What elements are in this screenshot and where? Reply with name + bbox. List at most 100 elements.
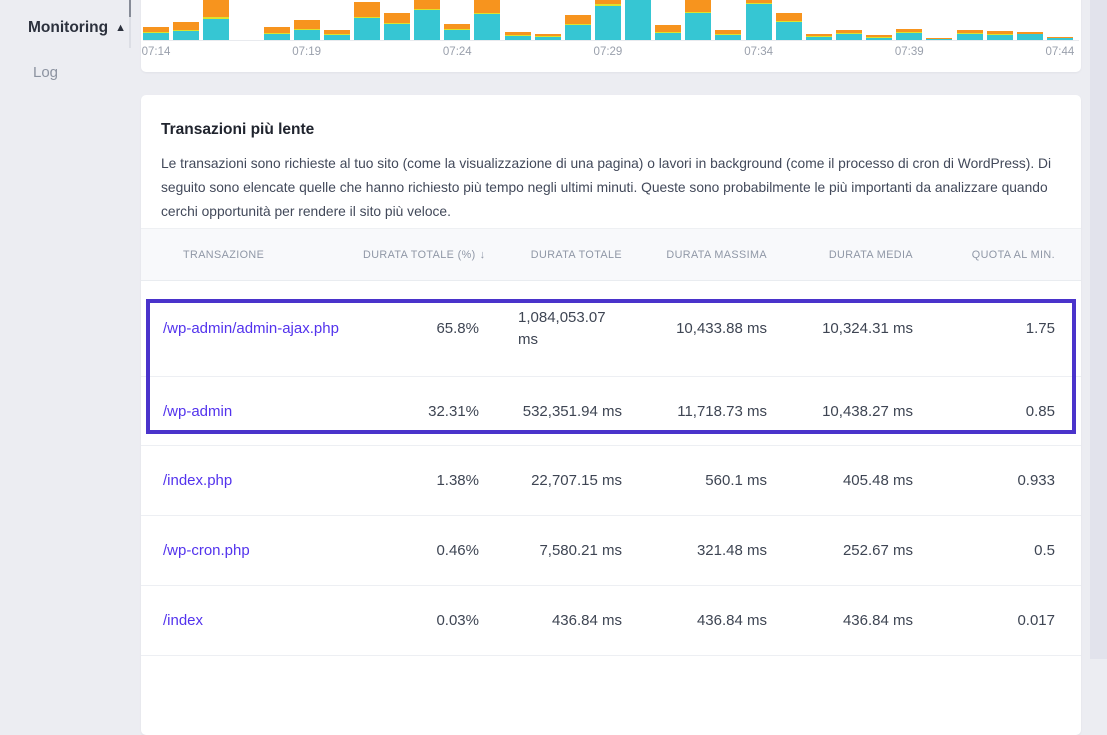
transaction-link[interactable]: /wp-admin/admin-ajax.php (163, 320, 339, 337)
chart-bar (384, 13, 410, 41)
column-label: QUOTA AL MIN. (972, 249, 1055, 261)
chart-bar (444, 24, 470, 41)
table-cell: 436.84 ms (479, 612, 622, 629)
chart-bar (715, 30, 741, 40)
sidebar-item-log-label: Log (33, 64, 58, 81)
table-cell: 10,438.27 ms (767, 403, 913, 420)
column-label: DURATA MASSIMA (666, 249, 767, 261)
chart-bar (414, 0, 440, 40)
table-body: /wp-admin/admin-ajax.php65.8%1,084,053.0… (141, 281, 1081, 656)
table-cell: 436.84 ms (767, 612, 913, 629)
x-axis-tick-label: 07:24 (443, 46, 472, 58)
bar-segment-teal (173, 31, 199, 40)
bar-segment-teal (294, 30, 320, 40)
bar-segment-orange (354, 2, 380, 17)
table-cell: 436.84 ms (622, 612, 767, 629)
chart-bar (776, 13, 802, 41)
scrollbar-thumb[interactable] (129, 0, 131, 17)
table-header-cell[interactable]: DURATA MASSIMA (622, 249, 767, 261)
table-cell: 11,718.73 ms (622, 403, 767, 420)
transaction-link[interactable]: /index (163, 612, 203, 629)
sidebar-item-monitoring-label: Monitoring (28, 19, 108, 36)
x-axis-tick-label: 07:29 (594, 46, 623, 58)
table-cell: 32.31% (363, 403, 479, 420)
chart-bar (143, 27, 169, 41)
chart-bar (746, 0, 772, 40)
table-cell: 1.38% (363, 472, 479, 489)
chart-bar (1017, 32, 1043, 41)
transaction-cell: /index (163, 612, 363, 629)
table-cell: 0.85 (913, 403, 1055, 420)
x-axis-tick-label: 07:39 (895, 46, 924, 58)
bar-segment-orange (414, 0, 440, 9)
bar-segment-teal (414, 10, 440, 40)
table-row: /wp-admin 32.31%532,351.94 ms11,718.73 ms… (141, 377, 1081, 446)
table-cell: 560.1 ms (622, 472, 767, 489)
table-header-cell[interactable]: DURATA MEDIA (767, 249, 913, 261)
response-time-chart-card: 07:1407:1907:2407:2907:3407:3907:44 (141, 0, 1081, 72)
sidebar-item-monitoring[interactable]: Monitoring ▲ (28, 19, 126, 37)
bar-segment-orange (173, 22, 199, 30)
chart-bar (625, 0, 651, 40)
chart-bar (565, 15, 591, 41)
slowest-transactions-card: Transazioni più lente Le transazioni son… (141, 95, 1081, 735)
bar-segment-teal (143, 33, 169, 40)
table-cell: 321.48 ms (622, 542, 767, 559)
column-label: DURATA TOTALE (531, 249, 622, 261)
bar-segment-teal (685, 13, 711, 40)
transaction-link[interactable]: /wp-cron.php (163, 542, 250, 559)
table-row: /index.php1.38%22,707.15 ms560.1 ms405.4… (141, 446, 1081, 516)
table-cell: 7,580.21 ms (479, 542, 622, 559)
bar-segment-teal (354, 18, 380, 40)
table-header-row: TRANSAZIONEDURATA TOTALE (%)↓DURATA TOTA… (141, 228, 1081, 281)
chart-bar (987, 31, 1013, 40)
table-cell: 252.67 ms (767, 542, 913, 559)
table-cell: 10,433.88 ms (622, 320, 767, 337)
bar-segment-teal (746, 4, 772, 40)
chart-bar (203, 0, 229, 40)
transaction-cell: /wp-admin (163, 403, 363, 420)
table-cell: 1.75 (913, 320, 1055, 337)
x-axis-tick-label: 07:44 (1046, 46, 1075, 58)
table-cell: 532,351.94 ms (479, 403, 622, 420)
table-header-cell[interactable]: QUOTA AL MIN. (913, 249, 1055, 261)
table-cell: 405.48 ms (767, 472, 913, 489)
table-cell: 0.933 (913, 472, 1055, 489)
bar-segment-orange (655, 25, 681, 32)
table-row: /index0.03%436.84 ms436.84 ms436.84 ms0.… (141, 586, 1081, 656)
table-cell: 0.46% (363, 542, 479, 559)
bar-segment-teal (625, 0, 651, 40)
bar-segment-teal (655, 33, 681, 40)
bar-segment-teal (203, 19, 229, 40)
bar-segment-teal (384, 24, 410, 40)
bar-segment-teal (896, 33, 922, 40)
chart-bar (173, 22, 199, 41)
card-title: Transazioni più lente (141, 95, 1081, 139)
table-cell: 0.03% (363, 612, 479, 629)
chart-bar (324, 30, 350, 41)
sidebar-item-log[interactable]: Log (33, 64, 58, 81)
bar-segment-orange (565, 15, 591, 24)
sidebar: Monitoring ▲ Log (0, 0, 130, 659)
bar-segment-teal (474, 14, 500, 40)
bar-segment-orange (685, 0, 711, 12)
column-label: DURATA MEDIA (829, 249, 913, 261)
transaction-cell: /wp-admin/admin-ajax.php (163, 320, 363, 337)
column-label: DURATA TOTALE (%) (363, 249, 476, 261)
chart-bar (505, 32, 531, 40)
alert-triangle-icon: ▲ (115, 22, 126, 34)
bar-segment-teal (444, 30, 470, 40)
chart-bar (685, 0, 711, 40)
chart-bar (896, 29, 922, 40)
table-row: /wp-admin/admin-ajax.php65.8%1,084,053.0… (141, 281, 1081, 377)
transaction-link[interactable]: /wp-admin (163, 403, 232, 420)
chart-bar (957, 30, 983, 40)
table-header-cell[interactable]: DURATA TOTALE (479, 249, 622, 261)
table-header-cell[interactable]: DURATA TOTALE (%)↓ (363, 249, 479, 261)
chart-bar (294, 20, 320, 41)
table-header-cell[interactable]: TRANSAZIONE (163, 249, 363, 261)
transaction-link[interactable]: /index.php (163, 472, 232, 489)
table-cell: 0.017 (913, 612, 1055, 629)
bar-segment-teal (776, 22, 802, 40)
table-cell: 1,084,053.07 ms (479, 307, 622, 351)
